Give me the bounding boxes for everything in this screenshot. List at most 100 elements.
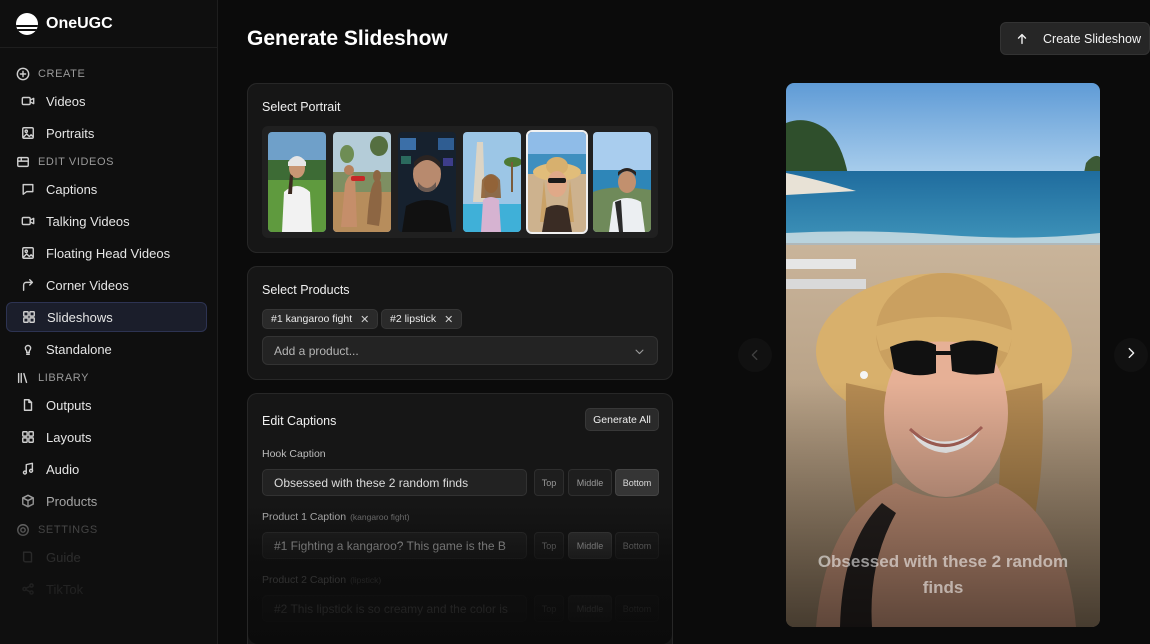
portrait-woman-beach-hat[interactable] bbox=[526, 130, 588, 234]
sidebar-item-talking-videos[interactable]: Talking Videos bbox=[6, 206, 207, 236]
product-2-caption-label: Product 2 Caption (lipstick) bbox=[262, 574, 381, 586]
add-product-select[interactable]: Add a product... bbox=[262, 336, 658, 365]
hook-position-bottom[interactable]: Bottom bbox=[615, 469, 659, 496]
product-1-caption-input[interactable]: #1 Fighting a kangaroo? This game is the… bbox=[262, 532, 527, 559]
section-label: CREATE bbox=[38, 68, 86, 80]
settings-icon bbox=[16, 523, 30, 537]
portrait-strip bbox=[262, 126, 658, 238]
book-icon bbox=[20, 549, 36, 565]
sidebar-item-outputs[interactable]: Outputs bbox=[6, 390, 207, 420]
video-camera-icon bbox=[20, 213, 36, 229]
sidebar-item-guide[interactable]: Guide bbox=[6, 542, 207, 572]
sidebar-item-captions[interactable]: Captions bbox=[6, 174, 207, 204]
grid-icon bbox=[21, 309, 37, 325]
portrait-man-coast[interactable] bbox=[593, 132, 651, 232]
sidebar-item-label: Portraits bbox=[46, 125, 95, 141]
arrow-up-icon bbox=[1015, 32, 1029, 46]
product-1-caption-label: Product 1 Caption (kangaroo fight) bbox=[262, 511, 410, 523]
sidebar-item-layouts[interactable]: Layouts bbox=[6, 422, 207, 452]
sidebar-item-portraits[interactable]: Portraits bbox=[6, 118, 207, 148]
image-icon bbox=[20, 245, 36, 261]
library-icon bbox=[16, 371, 30, 385]
portrait-woman-pool[interactable] bbox=[463, 132, 521, 232]
sidebar-item-label: Slideshows bbox=[47, 309, 113, 325]
sidebar-item-floating-head-videos[interactable]: Floating Head Videos bbox=[6, 238, 207, 268]
page-title: Generate Slideshow bbox=[247, 27, 448, 50]
sidebar-item-label: Talking Videos bbox=[46, 213, 130, 229]
chip-label: #2 lipstick bbox=[390, 313, 437, 325]
product-chip-kangaroo-fight[interactable]: #1 kangaroo fight ✕ bbox=[262, 309, 379, 329]
product-1-position-bottom[interactable]: Bottom bbox=[615, 532, 659, 559]
hook-caption-label: Hook Caption bbox=[262, 448, 326, 460]
field-label-sub: (kangaroo fight) bbox=[350, 512, 410, 522]
add-product-placeholder: Add a product... bbox=[274, 343, 359, 358]
sidebar-item-tiktok[interactable]: TikTok bbox=[6, 574, 207, 604]
sidebar-item-label: Audio bbox=[46, 461, 80, 477]
plus-circle-icon bbox=[16, 67, 30, 81]
sidebar-item-videos[interactable]: Videos bbox=[6, 86, 207, 116]
brand[interactable]: OneUGC bbox=[0, 0, 217, 48]
edit-captions-title: Edit Captions bbox=[262, 414, 337, 428]
edit-captions-card: Edit Captions Generate All Hook Caption … bbox=[247, 393, 673, 644]
sidebar-item-corner-videos[interactable]: Corner Videos bbox=[6, 270, 207, 300]
brand-name: OneUGC bbox=[46, 14, 113, 32]
create-slideshow-button[interactable]: Create Slideshow bbox=[1000, 22, 1150, 55]
sidebar-item-audio[interactable]: Audio bbox=[6, 454, 207, 484]
product-2-position-middle[interactable]: Middle bbox=[568, 595, 612, 622]
product-1-position-middle[interactable]: Middle bbox=[568, 532, 612, 559]
sidebar-item-label: TikTok bbox=[46, 581, 84, 597]
select-portrait-title: Select Portrait bbox=[262, 100, 341, 114]
sidebar-item-standalone[interactable]: Standalone bbox=[6, 334, 207, 364]
sidebar-item-label: Guide bbox=[46, 549, 81, 565]
box-icon bbox=[20, 493, 36, 509]
next-slide-button[interactable] bbox=[1114, 338, 1148, 372]
hook-position-top[interactable]: Top bbox=[534, 469, 564, 496]
sidebar-item-label: Corner Videos bbox=[46, 277, 129, 293]
field-label-text: Product 1 Caption bbox=[262, 511, 347, 523]
music-note-icon bbox=[20, 461, 36, 477]
preview-photo bbox=[786, 83, 1100, 627]
chip-label: #1 kangaroo fight bbox=[271, 313, 353, 325]
grid-icon bbox=[20, 429, 36, 445]
video-camera-icon bbox=[20, 93, 36, 109]
section-settings: SETTINGS bbox=[0, 520, 217, 540]
field-label-sub: (lipstick) bbox=[350, 575, 382, 585]
product-2-position-bottom[interactable]: Bottom bbox=[615, 595, 659, 622]
section-label: LIBRARY bbox=[38, 372, 90, 384]
bulb-icon bbox=[20, 341, 36, 357]
sidebar-item-label: Captions bbox=[46, 181, 98, 197]
hook-caption-input[interactable]: Obsessed with these 2 random finds bbox=[262, 469, 527, 496]
sidebar-item-products[interactable]: Products bbox=[6, 486, 207, 516]
close-icon[interactable]: ✕ bbox=[360, 313, 369, 326]
select-products-title: Select Products bbox=[262, 283, 350, 297]
previous-slide-button[interactable] bbox=[738, 338, 772, 372]
portrait-man-cockpit[interactable] bbox=[398, 132, 456, 232]
generate-all-button[interactable]: Generate All bbox=[585, 408, 659, 431]
product-chip-lipstick[interactable]: #2 lipstick ✕ bbox=[381, 309, 463, 329]
sidebar-item-label: Layouts bbox=[46, 429, 92, 445]
select-products-card: Select Products #1 kangaroo fight ✕ #2 l… bbox=[247, 266, 673, 380]
speech-bubble-icon bbox=[20, 181, 36, 197]
preview-caption: Obsessed with these 2 random finds bbox=[817, 552, 1069, 597]
sidebar-item-slideshows[interactable]: Slideshows bbox=[6, 302, 207, 332]
sidebar-item-label: Videos bbox=[46, 93, 86, 109]
chevron-right-icon bbox=[1124, 346, 1138, 365]
close-icon[interactable]: ✕ bbox=[444, 313, 453, 326]
field-label-text: Hook Caption bbox=[262, 448, 326, 460]
sidebar-item-label: Standalone bbox=[46, 341, 112, 357]
section-edit-videos: EDIT VIDEOS bbox=[0, 152, 217, 172]
section-create: CREATE bbox=[0, 64, 217, 84]
create-slideshow-label: Create Slideshow bbox=[1043, 31, 1141, 46]
slideshow-preview: Obsessed with these 2 random finds bbox=[786, 83, 1100, 627]
product-2-position-top[interactable]: Top bbox=[534, 595, 564, 622]
portrait-kangaroo-fight[interactable] bbox=[333, 132, 391, 232]
section-label: SETTINGS bbox=[38, 524, 98, 536]
image-icon bbox=[20, 125, 36, 141]
portrait-golf-woman[interactable] bbox=[268, 132, 326, 232]
sidebar: OneUGC CREATE Videos Portraits EDIT VIDE… bbox=[0, 0, 218, 644]
hook-position-middle[interactable]: Middle bbox=[568, 469, 612, 496]
product-2-caption-input[interactable]: #2 This lipstick is so creamy and the co… bbox=[262, 595, 527, 622]
sidebar-item-label: Floating Head Videos bbox=[46, 245, 171, 261]
product-1-position-top[interactable]: Top bbox=[534, 532, 564, 559]
share-icon bbox=[20, 581, 36, 597]
